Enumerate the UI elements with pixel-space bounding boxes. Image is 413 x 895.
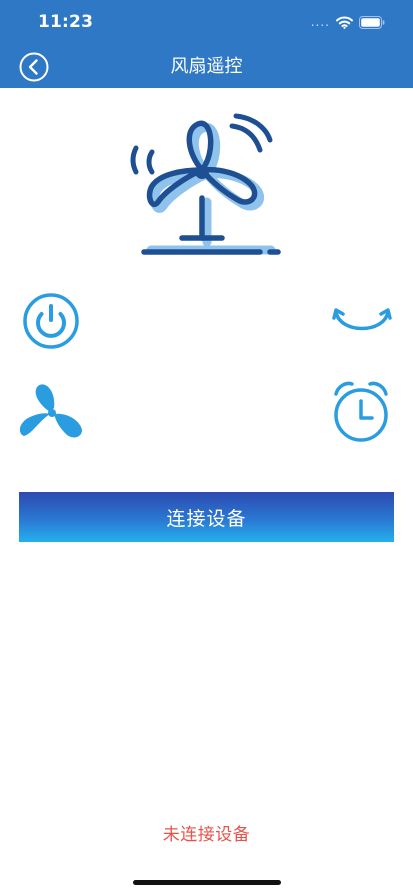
fan-illustration [130,113,281,255]
timer-alarm-icon [334,381,388,442]
connection-status: 未连接设备 [162,825,251,845]
connect-device-button[interactable]: 连接设备 [19,492,394,542]
page-title: 风扇遥控 [170,56,243,77]
wifi-icon [336,16,353,29]
power-button[interactable] [22,292,80,350]
status-icons: .... [311,14,385,30]
signal-dots: .... [310,15,330,29]
timer-button[interactable] [330,380,392,444]
nav-header: 11:23 .... 风扇遥控 [0,0,413,88]
power-icon [23,293,79,349]
status-time: 11:23 [38,12,94,32]
fan-speed-icon [20,384,82,438]
home-indicator [133,880,281,885]
swing-icon [332,308,392,331]
swing-button[interactable] [332,298,392,342]
fan-speed-button[interactable] [20,382,84,444]
battery-icon [359,15,385,29]
